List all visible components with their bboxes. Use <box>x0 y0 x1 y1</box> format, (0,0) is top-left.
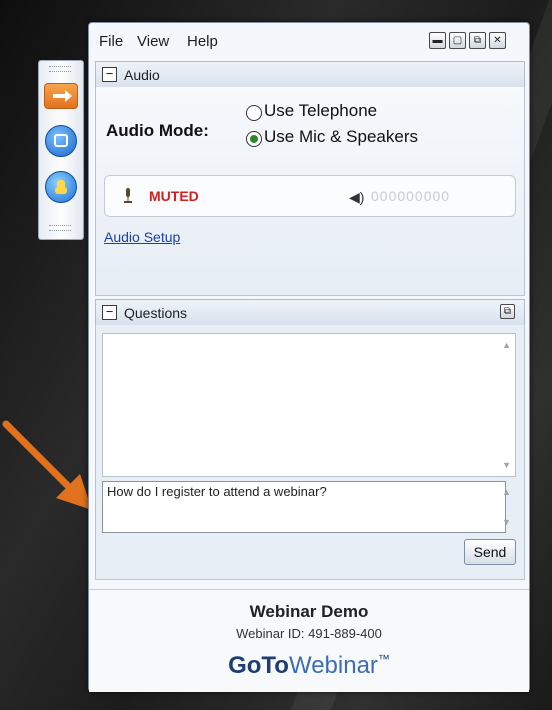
scroll-up-icon[interactable]: ▲ <box>502 340 511 350</box>
mute-status: MUTED <box>149 188 199 204</box>
menu-help[interactable]: Help <box>187 33 218 50</box>
gotowebinar-logo: GoToWebinar™ <box>89 652 529 680</box>
control-strip <box>38 60 84 240</box>
menu-view[interactable]: View <box>137 33 169 50</box>
questions-panel-title: Questions <box>124 305 188 321</box>
audio-setup-link[interactable]: Audio Setup <box>104 229 180 245</box>
audio-panel-title: Audio <box>124 67 160 83</box>
collapse-questions-icon[interactable]: − <box>102 305 117 320</box>
microphone-icon[interactable] <box>123 188 133 204</box>
webinar-id: Webinar ID: 491-889-400 <box>236 626 382 641</box>
screen-share-button[interactable] <box>45 125 77 157</box>
menu-file[interactable]: File <box>99 33 123 50</box>
audio-panel: Audio Mode: Use Telephone Use Mic & Spea… <box>95 87 525 296</box>
option-use-mic-speakers-label[interactable]: Use Mic & Speakers <box>264 127 418 147</box>
input-scroll-down-icon[interactable]: ▼ <box>502 517 520 527</box>
mute-status-box: MUTED ◀) 000000000 <box>104 175 516 217</box>
webinar-control-panel: File View Help ▬ ▢ ⧉ ✕ − Audio Audio Mod… <box>88 22 530 692</box>
questions-log[interactable]: ▲ ▼ <box>102 333 516 477</box>
option-use-telephone-label[interactable]: Use Telephone <box>264 101 377 121</box>
radio-use-mic-speakers[interactable] <box>246 131 262 147</box>
arrow-right-icon <box>53 90 72 102</box>
close-button[interactable]: ✕ <box>489 32 506 49</box>
send-button[interactable]: Send <box>464 539 516 565</box>
logo-goto: GoTo <box>228 652 289 679</box>
webinar-info-footer: Webinar Demo Webinar ID: 491-889-400 GoT… <box>89 589 529 692</box>
webinar-title: Webinar Demo <box>249 602 369 621</box>
radio-use-telephone[interactable] <box>246 105 262 121</box>
strip-grip-top[interactable] <box>49 66 71 72</box>
logo-trademark: ™ <box>377 652 390 666</box>
restore-button[interactable]: ⧉ <box>469 32 486 49</box>
popout-questions-icon[interactable]: ⧉ <box>500 304 515 319</box>
audio-mode-label: Audio Mode: <box>106 121 209 140</box>
show-hide-panel-button[interactable] <box>44 83 78 109</box>
logo-webinar: Webinar <box>288 652 378 679</box>
input-scroll-up-icon[interactable]: ▲ <box>502 487 520 497</box>
audio-panel-header[interactable]: − Audio <box>95 61 525 89</box>
audio-level-meter: 000000000 <box>371 188 451 204</box>
strip-grip-bottom[interactable] <box>49 225 71 231</box>
maximize-button[interactable]: ▢ <box>449 32 466 49</box>
questions-panel: ▲ ▼ How do I register to attend a webina… <box>95 325 525 580</box>
scroll-down-icon[interactable]: ▼ <box>502 460 511 470</box>
collapse-audio-icon[interactable]: − <box>102 67 117 82</box>
raise-hand-button[interactable] <box>45 171 77 203</box>
question-input[interactable]: How do I register to attend a webinar? <box>102 481 506 533</box>
speaker-icon: ◀) <box>349 189 365 205</box>
minimize-button[interactable]: ▬ <box>429 32 446 49</box>
screen-icon <box>54 134 68 147</box>
hand-icon <box>55 180 67 194</box>
menu-bar: File View Help ▬ ▢ ⧉ ✕ <box>89 23 529 57</box>
questions-panel-header[interactable]: − Questions ⧉ <box>95 299 525 327</box>
